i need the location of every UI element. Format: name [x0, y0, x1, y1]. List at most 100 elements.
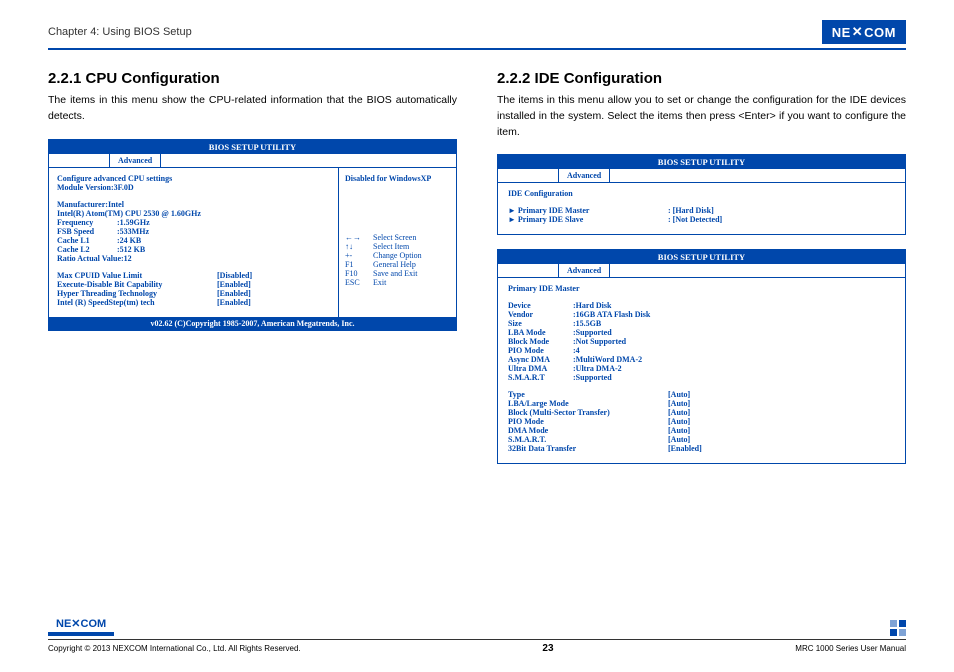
lba-l: LBA Mode	[508, 328, 573, 337]
bios-right-pane: Disabled for WindowsXP ←→Select Screen ↑…	[338, 168, 456, 317]
l1-value: :24 KB	[117, 236, 141, 245]
ide-slave-label[interactable]: ► Primary IDE Slave	[508, 215, 668, 224]
opt-maxcpuid-value[interactable]: [Disabled]	[217, 271, 252, 280]
udm-l: Ultra DMA	[508, 364, 573, 373]
content: 2.2.1 CPU Configuration The items in thi…	[48, 70, 906, 478]
help-k2: ↑↓	[345, 242, 373, 251]
sma-l: S.M.A.R.T	[508, 373, 573, 382]
bios-tab-advanced[interactable]: Advanced	[558, 264, 610, 277]
piomode-v[interactable]: [Auto]	[668, 417, 690, 426]
bios-left-pane: Configure advanced CPU settings Module V…	[49, 168, 338, 317]
bios-title: BIOS SETUP UTILITY	[498, 155, 905, 169]
adm-l: Async DMA	[508, 355, 573, 364]
bios-tab-row: Advanced	[49, 154, 456, 168]
help-v2: Select Item	[373, 242, 409, 251]
bios-ide-master-box: BIOS SETUP UTILITY Advanced Primary IDE …	[497, 249, 906, 464]
page-footer: Copyright © 2013 NEXCOM International Co…	[48, 639, 906, 654]
copyright: Copyright © 2013 NEXCOM International Co…	[48, 644, 301, 653]
ide-slave-value[interactable]: : [Not Detected]	[668, 215, 722, 224]
bios-tab-row: Advanced	[498, 169, 905, 183]
ide-master-value[interactable]: : [Hard Disk]	[668, 206, 714, 215]
bios-tab-row: Advanced	[498, 264, 905, 278]
dev-l: Device	[508, 301, 573, 310]
block-l[interactable]: Block (Multi-Sector Transfer)	[508, 408, 668, 417]
bit32-v[interactable]: [Enabled]	[668, 444, 702, 453]
udm-v: :Ultra DMA-2	[573, 364, 622, 373]
bios-body: Configure advanced CPU settings Module V…	[49, 168, 456, 317]
section-desc-ide: The items in this menu allow you to set …	[497, 93, 906, 140]
page-header: Chapter 4: Using BIOS Setup NE✕COM	[48, 20, 906, 50]
adm-v: :MultiWord DMA-2	[573, 355, 642, 364]
help-k6: ESC	[345, 278, 373, 287]
fsb-value: :533MHz	[117, 227, 149, 236]
piomode-l[interactable]: PIO Mode	[508, 417, 668, 426]
freq-value: :1.59GHz	[117, 218, 150, 227]
help-k5: F10	[345, 269, 373, 278]
bios-cpu-box: BIOS SETUP UTILITY Advanced Configure ad…	[48, 139, 457, 331]
opt-speedstep-label[interactable]: Intel (R) SpeedStep(tm) tech	[57, 298, 217, 307]
lbalarge-l[interactable]: LBA/Large Mode	[508, 399, 668, 408]
smart-v[interactable]: [Auto]	[668, 435, 690, 444]
pio-l: PIO Mode	[508, 346, 573, 355]
smart-l[interactable]: S.M.A.R.T.	[508, 435, 668, 444]
ide-heading: IDE Configuration	[508, 189, 895, 198]
type-v[interactable]: [Auto]	[668, 390, 690, 399]
opt-maxcpuid-label[interactable]: Max CPUID Value Limit	[57, 271, 217, 280]
bios-tab-advanced[interactable]: Advanced	[109, 154, 161, 167]
dmamode-v[interactable]: [Auto]	[668, 426, 690, 435]
help-v1: Select Screen	[373, 233, 416, 242]
ven-v: :16GB ATA Flash Disk	[573, 310, 650, 319]
module-version: Module Version:3F.0D	[57, 183, 330, 192]
bit32-l[interactable]: 32Bit Data Transfer	[508, 444, 668, 453]
bios-footer: v02.62 (C)Copyright 1985-2007, American …	[49, 317, 456, 330]
right-column: 2.2.2 IDE Configuration The items in thi…	[497, 70, 906, 478]
dmamode-l[interactable]: DMA Mode	[508, 426, 668, 435]
block-v[interactable]: [Auto]	[668, 408, 690, 417]
ide-master-heading: Primary IDE Master	[508, 284, 895, 293]
section-title-ide: 2.2.2 IDE Configuration	[497, 70, 906, 87]
cpu-name: Intel(R) Atom(TM) CPU 2530 @ 1.60GHz	[57, 209, 330, 218]
freq-label: Frequency	[57, 218, 117, 227]
blk-v: :Not Supported	[573, 337, 626, 346]
bios-ide-config-box: BIOS SETUP UTILITY Advanced IDE Configur…	[497, 154, 906, 235]
bios-title: BIOS SETUP UTILITY	[498, 250, 905, 264]
brand-logo: NE✕COM	[822, 20, 906, 44]
right-note: Disabled for WindowsXP	[345, 174, 450, 183]
sma-v: :Supported	[573, 373, 612, 382]
lbalarge-v[interactable]: [Auto]	[668, 399, 690, 408]
opt-speedstep-value[interactable]: [Enabled]	[217, 298, 251, 307]
lba-v: :Supported	[573, 328, 612, 337]
ven-l: Vendor	[508, 310, 573, 319]
opt-execdisable-label[interactable]: Execute-Disable Bit Capability	[57, 280, 217, 289]
help-block: ←→Select Screen ↑↓Select Item +-Change O…	[345, 233, 450, 287]
blk-l: Block Mode	[508, 337, 573, 346]
bios-title: BIOS SETUP UTILITY	[49, 140, 456, 154]
help-v4: General Help	[373, 260, 416, 269]
section-desc-cpu: The items in this menu show the CPU-rela…	[48, 93, 457, 125]
pio-v: :4	[573, 346, 580, 355]
page-number: 23	[542, 643, 553, 654]
l2-label: Cache L2	[57, 245, 117, 254]
cpu-heading: Configure advanced CPU settings	[57, 174, 330, 183]
help-k4: F1	[345, 260, 373, 269]
left-column: 2.2.1 CPU Configuration The items in thi…	[48, 70, 457, 478]
help-v5: Save and Exit	[373, 269, 417, 278]
bios-tab-advanced[interactable]: Advanced	[558, 169, 610, 182]
chapter-title: Chapter 4: Using BIOS Setup	[48, 26, 192, 38]
opt-hyperthread-label[interactable]: Hyper Threading Technology	[57, 289, 217, 298]
type-l[interactable]: Type	[508, 390, 668, 399]
section-title-cpu: 2.2.1 CPU Configuration	[48, 70, 457, 87]
opt-execdisable-value[interactable]: [Enabled]	[217, 280, 251, 289]
mfr: Manufacturer:Intel	[57, 200, 330, 209]
help-v3: Change Option	[373, 251, 422, 260]
l2-value: :512 KB	[117, 245, 145, 254]
fsb-label: FSB Speed	[57, 227, 117, 236]
ide-master-label[interactable]: ► Primary IDE Master	[508, 206, 668, 215]
dev-v: :Hard Disk	[573, 301, 611, 310]
manual-name: MRC 1000 Series User Manual	[795, 644, 906, 653]
help-k3: +-	[345, 251, 373, 260]
siz-v: :15.5GB	[573, 319, 601, 328]
l1-label: Cache L1	[57, 236, 117, 245]
opt-hyperthread-value[interactable]: [Enabled]	[217, 289, 251, 298]
siz-l: Size	[508, 319, 573, 328]
